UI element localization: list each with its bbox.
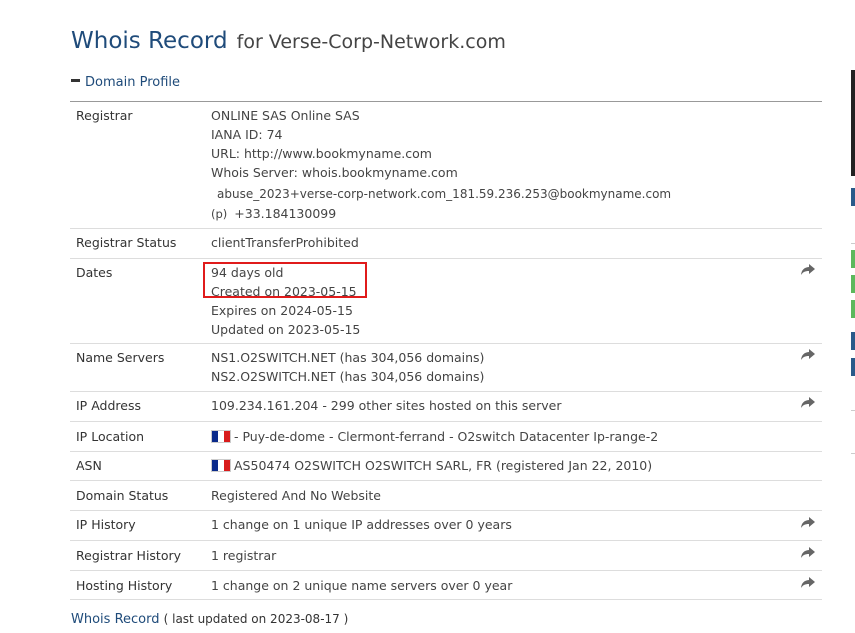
row-label: Dates (76, 265, 113, 280)
sidebar-edge-divider (851, 243, 855, 244)
iana-id: IANA ID: 74 (211, 127, 283, 142)
registrar-history-value: 1 registrar (211, 548, 277, 563)
share-arrow-icon[interactable] (800, 396, 816, 410)
registrar-value: ONLINE SAS Online SAS IANA ID: 74 URL: h… (211, 106, 822, 228)
whois-server: Whois Server: whois.bookmyname.com (211, 165, 458, 180)
row-label: IP History (76, 517, 136, 532)
ip-location-text: - Puy-de-dome - Clermont-ferrand - O2swi… (234, 429, 659, 444)
whois-record-heading: Whois Record (71, 28, 228, 54)
sidebar-edge-block (851, 358, 855, 376)
asn-value: AS50474 O2SWITCH O2SWITCH SARL, FR (regi… (211, 456, 822, 480)
ip-history-value: 1 change on 1 unique IP addresses over 0… (211, 517, 512, 532)
domain-profile-label: Domain Profile (85, 75, 180, 90)
row-label: IP Location (76, 429, 145, 444)
table-row-registrar: Registrar ONLINE SAS Online SAS IANA ID:… (70, 102, 822, 229)
row-label: Name Servers (76, 350, 165, 365)
share-arrow-icon[interactable] (800, 263, 816, 277)
name-server-1[interactable]: NS1.O2SWITCH.NET (has 304,056 domains) (211, 348, 822, 367)
last-updated-note: ( last updated on 2023-08-17 ) (163, 612, 349, 626)
france-flag-icon (211, 459, 231, 472)
registrar-url: URL: http://www.bookmyname.com (211, 146, 432, 161)
dates-highlight-box (203, 262, 367, 298)
domain-profile-toggle[interactable]: Domain Profile (71, 75, 180, 90)
registrar-phone: +33.184130099 (234, 206, 337, 221)
asn-text: AS50474 O2SWITCH O2SWITCH SARL, FR (regi… (234, 458, 653, 473)
registrar-status-value: clientTransferProhibited (211, 235, 359, 250)
share-arrow-icon[interactable] (800, 516, 816, 530)
table-row-dates: Dates 94 days old Created on 2023-05-15 … (70, 259, 822, 344)
row-label: Hosting History (76, 578, 173, 593)
sidebar-edge-block (851, 332, 855, 350)
share-arrow-icon[interactable] (800, 576, 816, 590)
row-label: Registrar (76, 108, 133, 123)
sidebar-edge-divider (851, 410, 855, 411)
sidebar-edge-divider (851, 453, 855, 454)
hosting-history-value: 1 change on 2 unique name servers over 0… (211, 578, 513, 593)
registrar-email: abuse_2023+verse-corp-network.com_181.59… (217, 187, 672, 201)
ip-location-value: - Puy-de-dome - Clermont-ferrand - O2swi… (211, 427, 822, 451)
table-row-ip-history: IP History 1 change on 1 unique IP addre… (70, 511, 822, 541)
share-arrow-icon[interactable] (800, 546, 816, 560)
row-label: Registrar Status (76, 235, 177, 250)
footer-whois-record: Whois Record ( last updated on 2023-08-1… (71, 612, 348, 627)
page-title: Whois Record for Verse-Corp-Network.com (71, 28, 506, 54)
sidebar-edge-block (851, 275, 855, 293)
registrar-name: ONLINE SAS Online SAS (211, 108, 360, 123)
table-row-ip-address: IP Address 109.234.161.204 - 299 other s… (70, 392, 822, 422)
domain-profile-table: Registrar ONLINE SAS Online SAS IANA ID:… (70, 101, 822, 600)
expires-date: Expires on 2024-05-15 (211, 303, 353, 318)
table-row-name-servers: Name Servers NS1.O2SWITCH.NET (has 304,0… (70, 344, 822, 392)
sidebar-edge-block (851, 300, 855, 318)
row-label: ASN (76, 458, 102, 473)
row-label: Domain Status (76, 488, 169, 503)
registrar-phone-line: (p) +33.184130099 (211, 204, 822, 224)
sidebar-edge-block (851, 250, 855, 268)
sidebar-edge-block (851, 188, 855, 206)
france-flag-icon (211, 430, 231, 443)
minus-icon[interactable] (71, 79, 80, 82)
sidebar-edge-image (851, 70, 855, 176)
whois-record-link[interactable]: Whois Record (71, 612, 159, 627)
table-row-hosting-history: Hosting History 1 change on 2 unique nam… (70, 571, 822, 600)
table-row-ip-location: IP Location - Puy-de-dome - Clermont-fer… (70, 422, 822, 452)
name-servers-value: NS1.O2SWITCH.NET (has 304,056 domains) N… (211, 348, 822, 391)
domain-subtitle: for Verse-Corp-Network.com (236, 31, 506, 53)
share-arrow-icon[interactable] (800, 348, 816, 362)
table-row-registrar-history: Registrar History 1 registrar (70, 541, 822, 571)
row-label: IP Address (76, 398, 141, 413)
updated-date: Updated on 2023-05-15 (211, 322, 361, 337)
table-row-asn: ASN AS50474 O2SWITCH O2SWITCH SARL, FR (… (70, 452, 822, 481)
row-label: Registrar History (76, 548, 182, 563)
table-row-registrar-status: Registrar Status clientTransferProhibite… (70, 229, 822, 259)
name-server-2[interactable]: NS2.O2SWITCH.NET (has 304,056 domains) (211, 367, 822, 386)
ip-address-value[interactable]: 109.234.161.204 - 299 other sites hosted… (211, 396, 822, 421)
phone-prefix: (p) (211, 207, 228, 221)
table-row-domain-status: Domain Status Registered And No Website (70, 481, 822, 511)
domain-status-value: Registered And No Website (211, 488, 381, 503)
